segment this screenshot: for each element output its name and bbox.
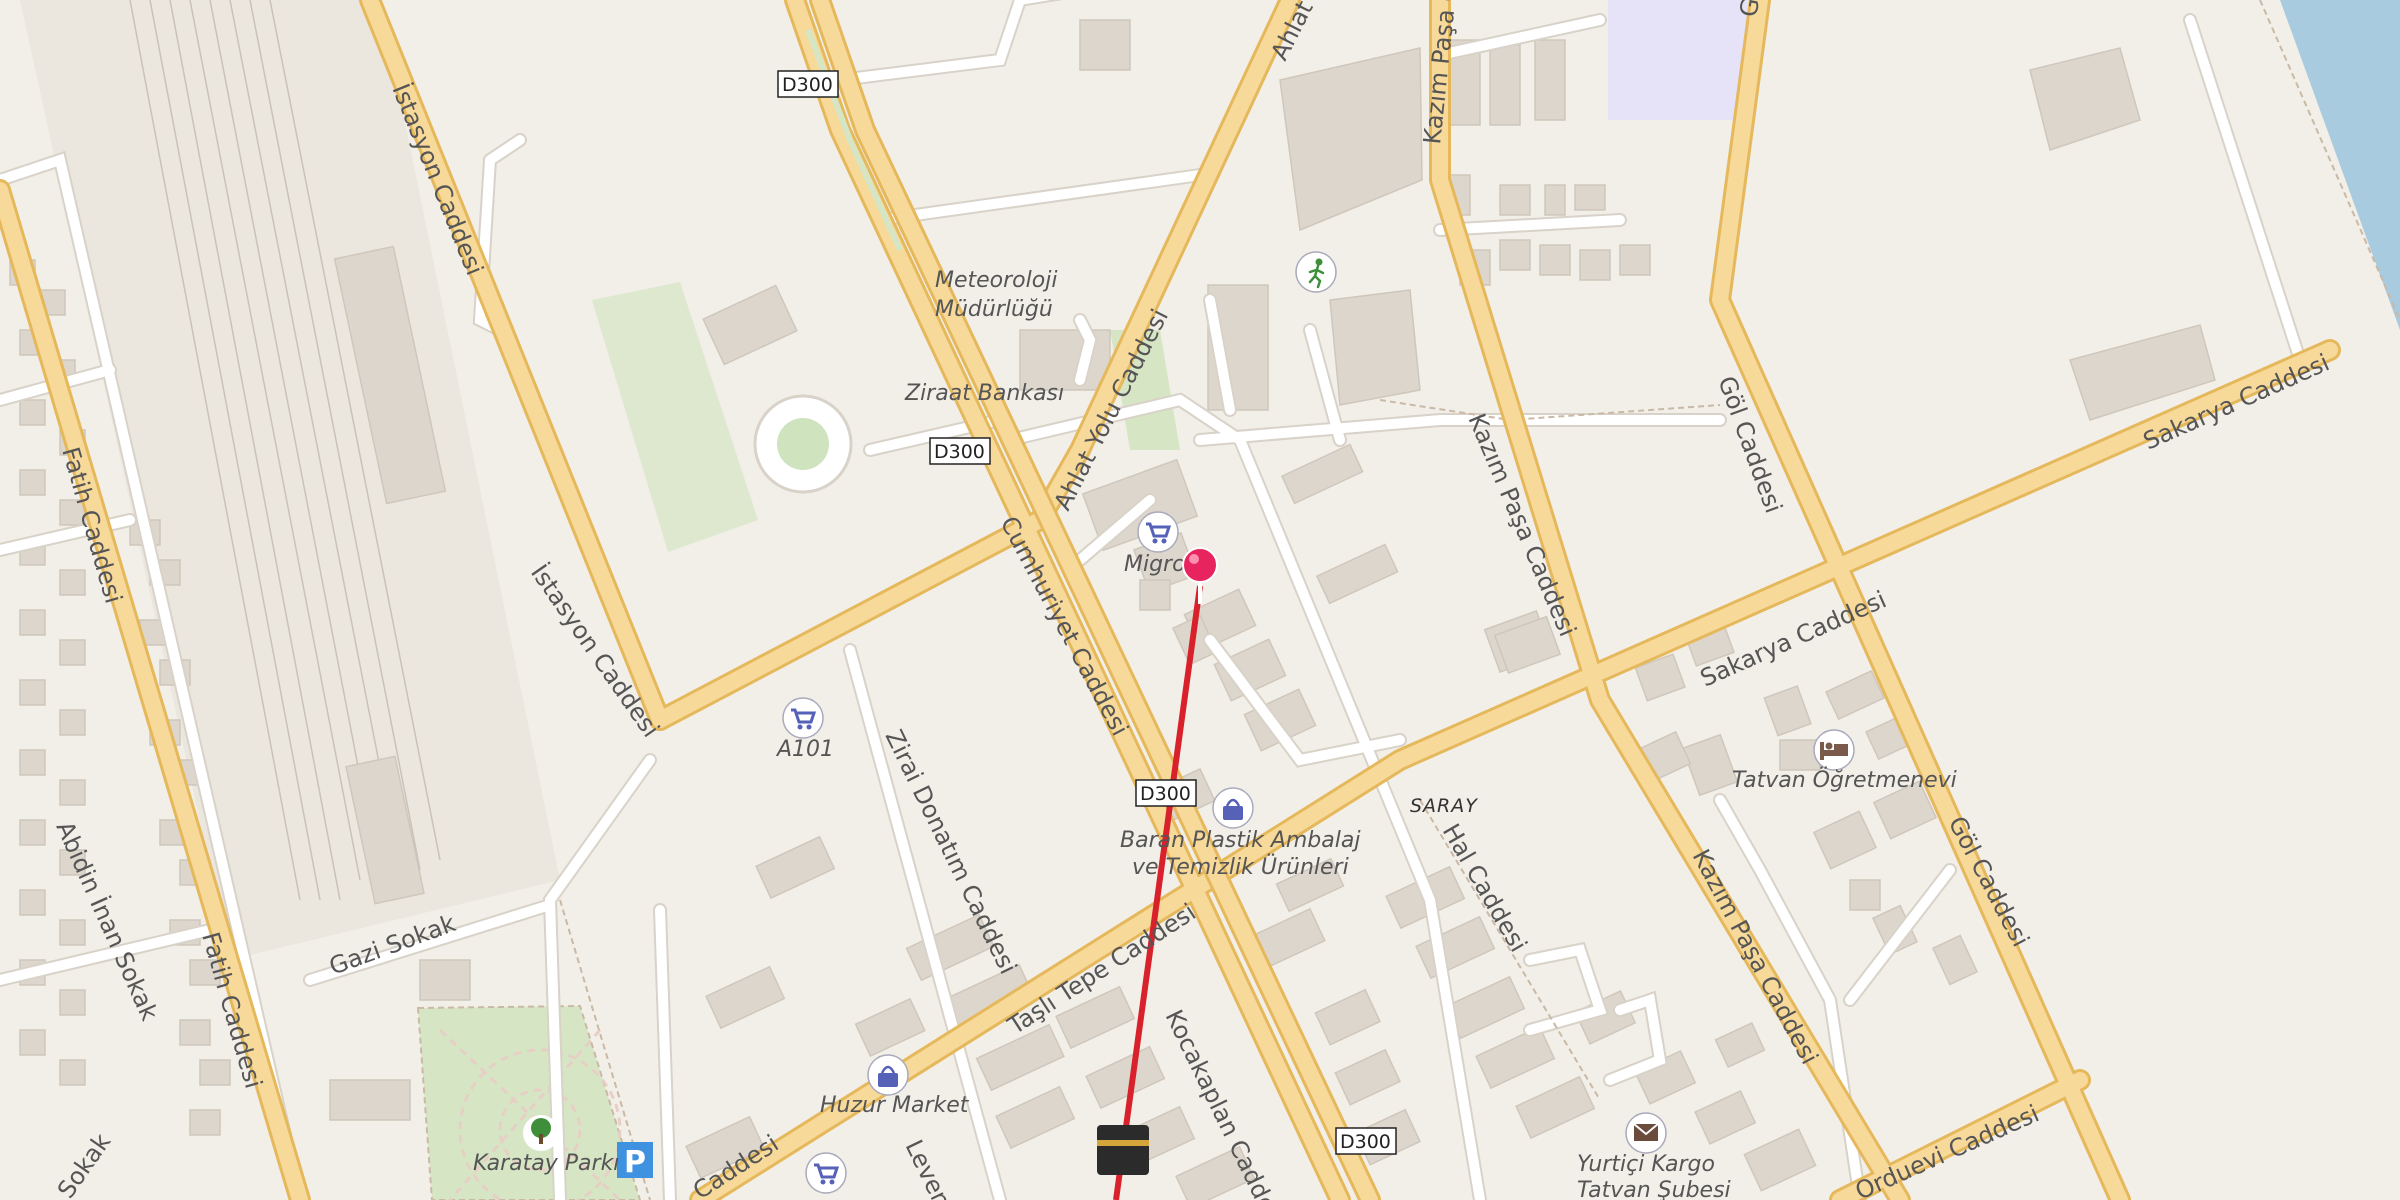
tree-icon[interactable]	[523, 1115, 559, 1151]
road-shield-lower-label: D300	[1140, 783, 1191, 805]
road-shield-top: D300	[777, 70, 839, 98]
road-shield-middle-label: D300	[934, 441, 985, 463]
poi-label-baran-line1: Baran Plastik Ambalaj	[1120, 828, 1361, 853]
shopping-cart-icon[interactable]	[782, 697, 824, 739]
road-shield-top-label: D300	[782, 74, 833, 96]
map-view[interactable]: İstasyon Caddesi İstasyon Caddesi Fatih …	[0, 0, 2400, 1200]
poi-label-baran-line2: ve Temizlik Ürünleri	[1132, 854, 1349, 880]
svg-text:P: P	[624, 1145, 646, 1180]
road-shield-bottom-label: D300	[1340, 1131, 1391, 1153]
envelope-icon[interactable]	[1625, 1112, 1667, 1154]
poi-label-karatay: Karatay Parkı	[473, 1151, 619, 1176]
poi-label-meteoroloji-line2: Müdürlüğü	[935, 297, 1053, 322]
poi-label-yurtici-line1: Yurtiçi Kargo	[1577, 1152, 1715, 1177]
bed-icon[interactable]	[1813, 729, 1855, 771]
roundabout-center	[777, 418, 829, 470]
shopping-cart-icon[interactable]	[805, 1152, 847, 1194]
school-area	[1608, 0, 1748, 120]
running-person-icon[interactable]	[1295, 251, 1337, 293]
shopping-bag-icon[interactable]	[1212, 787, 1254, 829]
road-shield-lower: D300	[1135, 779, 1197, 807]
shopping-bag-icon[interactable]	[867, 1054, 909, 1096]
map-canvas[interactable]: İstasyon Caddesi İstasyon Caddesi Fatih …	[0, 0, 2400, 1200]
poi-label-meteoroloji-line1: Meteoroloji	[935, 268, 1057, 293]
poi-label-a101: A101	[775, 737, 834, 762]
poi-label-ogretmenevi: Tatvan Öğretmenevi	[1732, 767, 1957, 793]
shopping-cart-icon[interactable]	[1137, 511, 1179, 553]
kaaba-icon[interactable]	[1097, 1125, 1149, 1175]
district-label: SARAY	[1410, 795, 1478, 817]
parking-icon[interactable]: P	[617, 1142, 653, 1180]
poi-label-yurtici-line2: Tatvan Şubesi	[1577, 1178, 1731, 1200]
poi-label-huzur: Huzur Market	[820, 1093, 970, 1118]
road-shield-bottom: D300	[1335, 1127, 1397, 1155]
road-shield-middle: D300	[929, 437, 991, 465]
poi-label-ziraat: Ziraat Bankası	[904, 381, 1064, 406]
